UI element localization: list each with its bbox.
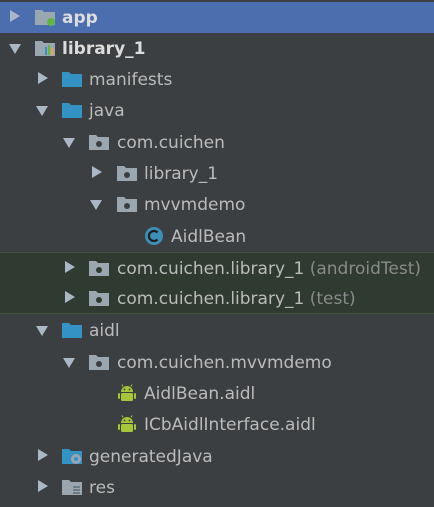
tree-item-com-cuichen[interactable]: com.cuichen xyxy=(0,127,434,158)
collapse-arrow-icon[interactable] xyxy=(36,106,48,116)
package-icon xyxy=(117,166,137,181)
tree-item-label: generatedJava xyxy=(89,447,213,467)
expand-arrow-icon[interactable] xyxy=(65,261,75,273)
tree-item-library-1[interactable]: library_1 xyxy=(0,33,434,64)
tree-item-label: ICbAidlInterface.aidl xyxy=(144,415,316,435)
resources-folder-icon xyxy=(62,480,82,495)
class-icon xyxy=(145,227,163,245)
collapse-arrow-icon[interactable] xyxy=(9,44,21,54)
tree-item-manifests[interactable]: manifests xyxy=(0,64,434,95)
package-icon xyxy=(89,291,109,306)
package-icon xyxy=(89,261,109,276)
source-folder-icon xyxy=(62,323,82,338)
tree-item-label: com.cuichen xyxy=(117,133,225,153)
tree-item-aidl-bean-class[interactable]: AidlBean xyxy=(0,221,434,252)
folder-icon xyxy=(62,72,82,87)
tree-item-label: library_1 xyxy=(62,39,146,59)
tree-item-label: AidlBean xyxy=(171,227,247,247)
tree-item-icb-aidl-interface-file[interactable]: ICbAidlInterface.aidl xyxy=(0,409,434,440)
tree-item-label: manifests xyxy=(89,70,173,90)
collapse-arrow-icon[interactable] xyxy=(90,200,102,210)
tree-item-label: res xyxy=(89,478,115,498)
package-icon xyxy=(89,355,109,370)
project-tree: app library_1 manifests java com.cuichen… xyxy=(0,0,434,507)
tree-item-label: aidl xyxy=(89,321,120,341)
tree-item-app[interactable]: app xyxy=(0,2,434,33)
package-icon xyxy=(117,197,137,212)
source-folder-icon xyxy=(62,103,82,118)
tree-item-aidl[interactable]: aidl xyxy=(0,315,434,346)
source-set-suffix: (androidTest) xyxy=(309,259,421,279)
package-icon xyxy=(89,135,109,150)
expand-arrow-icon[interactable] xyxy=(92,166,102,178)
expand-arrow-icon[interactable] xyxy=(65,291,75,303)
expand-arrow-icon[interactable] xyxy=(38,480,48,492)
tree-item-label: com.cuichen.library_1 xyxy=(117,259,305,279)
collapse-arrow-icon[interactable] xyxy=(36,326,48,336)
android-module-icon xyxy=(35,10,55,26)
tree-item-aidl-bean-file[interactable]: AidlBean.aidl xyxy=(0,378,434,409)
tree-item-label: library_1 xyxy=(144,164,219,184)
android-icon xyxy=(118,415,136,432)
tree-item-label: AidlBean.aidl xyxy=(144,384,256,404)
collapse-arrow-icon[interactable] xyxy=(63,358,75,368)
expand-arrow-icon[interactable] xyxy=(10,10,20,22)
expand-arrow-icon[interactable] xyxy=(38,449,48,461)
tree-item-res[interactable]: res xyxy=(0,472,434,503)
tree-item-library-1-package[interactable]: library_1 xyxy=(0,158,434,189)
tree-item-generated-java[interactable]: generatedJava xyxy=(0,441,434,472)
expand-arrow-icon[interactable] xyxy=(38,72,48,84)
library-module-icon xyxy=(35,41,55,56)
tree-item-com-cuichen-mvvmdemo[interactable]: com.cuichen.mvvmdemo xyxy=(0,347,434,378)
tree-item-label: com.cuichen.library_1 xyxy=(117,289,305,309)
source-set-suffix: (test) xyxy=(309,289,356,309)
tree-item-label: java xyxy=(89,101,125,121)
tree-item-mvvmdemo[interactable]: mvvmdemo xyxy=(0,189,434,220)
tree-item-label: mvvmdemo xyxy=(144,195,246,215)
tree-item-label: app xyxy=(62,8,98,28)
android-icon xyxy=(118,384,136,401)
tree-item-label: com.cuichen.mvvmdemo xyxy=(117,353,332,373)
generated-folder-icon xyxy=(62,449,82,464)
tree-item-test-package[interactable]: com.cuichen.library_1 (test) xyxy=(0,283,434,314)
collapse-arrow-icon[interactable] xyxy=(63,138,75,148)
tree-item-android-test-package[interactable]: com.cuichen.library_1 (androidTest) xyxy=(0,252,434,283)
tree-item-java[interactable]: java xyxy=(0,95,434,126)
